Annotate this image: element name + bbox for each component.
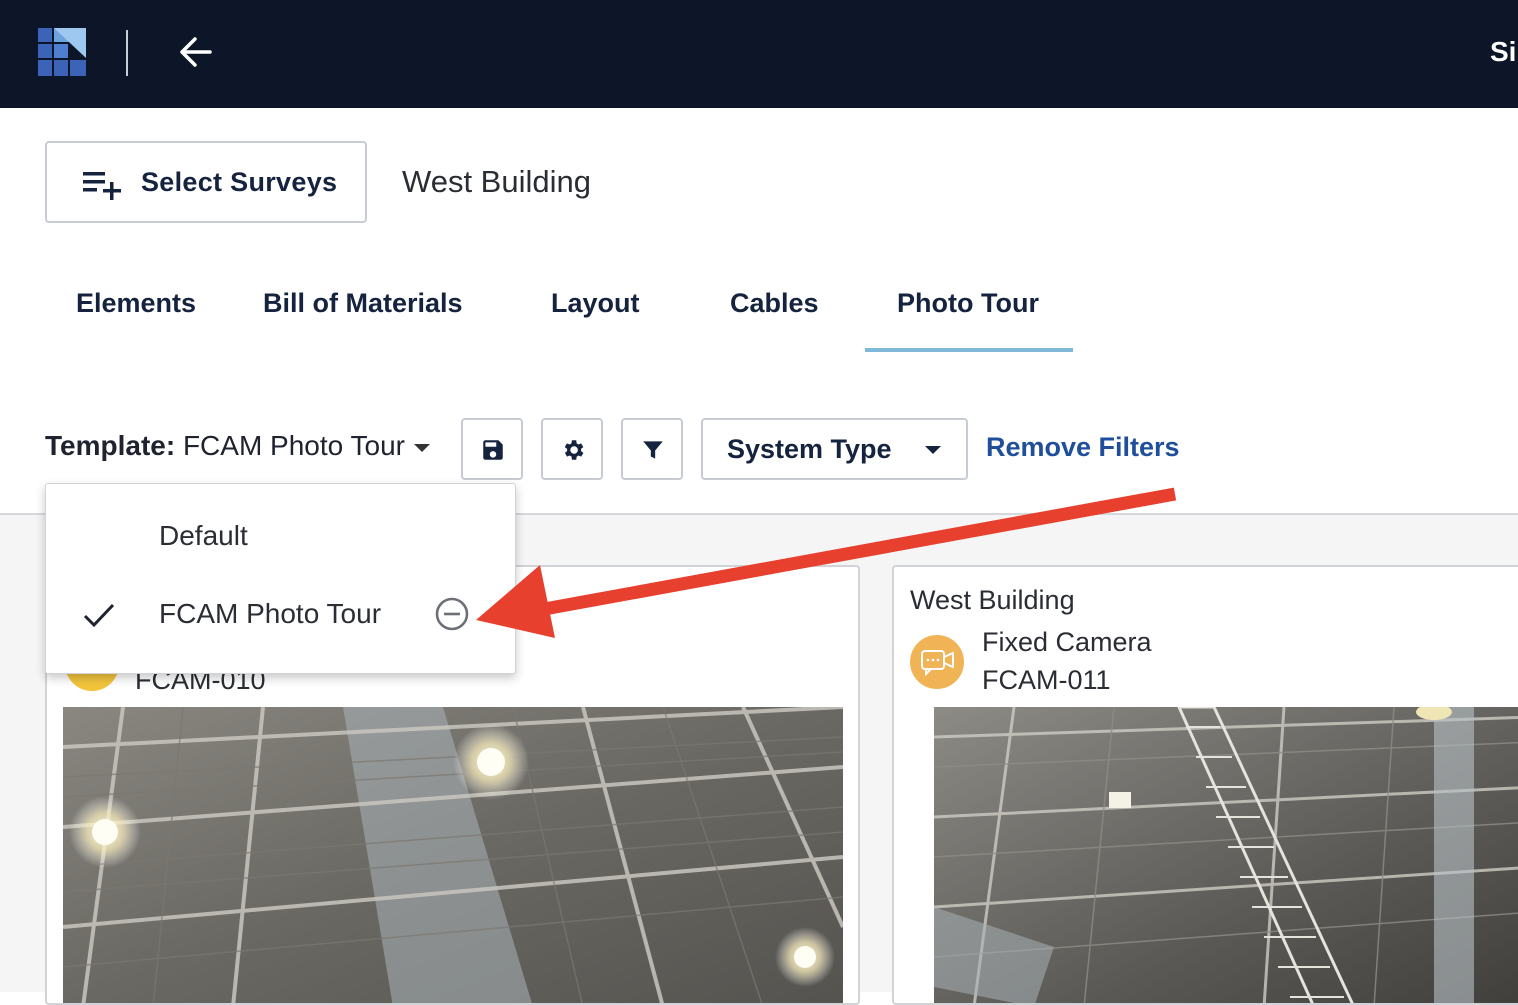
select-surveys-button[interactable]: Select Surveys: [45, 141, 367, 223]
header-title-partial: Si: [1490, 36, 1517, 67]
remove-filters-link[interactable]: Remove Filters: [986, 432, 1180, 463]
tab-cables[interactable]: Cables: [730, 288, 819, 319]
template-prefix: Template:: [45, 430, 176, 461]
save-template-button[interactable]: [461, 418, 523, 480]
active-tab-indicator: [865, 348, 1073, 352]
tab-elements[interactable]: Elements: [76, 288, 196, 319]
card-element-id: FCAM-011: [982, 665, 1111, 695]
template-option-default[interactable]: Default: [46, 502, 515, 574]
template-menu: Default FCAM Photo Tour: [45, 483, 516, 674]
gear-icon: [564, 440, 584, 460]
template-selector[interactable]: Template: FCAM Photo Tour: [45, 430, 405, 462]
tab-photo-tour[interactable]: Photo Tour: [897, 288, 1039, 319]
card-survey-name: West Building: [910, 585, 1075, 615]
ceiling-photo-image: [934, 707, 1518, 1003]
chevron-down-icon: [925, 446, 941, 454]
playlist-add-icon: [83, 172, 121, 200]
save-icon: [483, 440, 503, 460]
ceiling-photo[interactable]: [934, 707, 1518, 1003]
checkmark-icon: [83, 603, 115, 628]
tab-bill-of-materials[interactable]: Bill of Materials: [263, 288, 463, 319]
arrow-left-icon[interactable]: [174, 30, 218, 74]
template-option-fcam-photo-tour[interactable]: FCAM Photo Tour: [46, 580, 515, 652]
template-value: FCAM Photo Tour: [182, 430, 405, 461]
system-type-label: System Type: [727, 434, 892, 464]
ceiling-photo[interactable]: [63, 707, 843, 1003]
system-type-dropdown[interactable]: System Type: [701, 418, 968, 480]
template-option-label: FCAM Photo Tour: [159, 598, 382, 629]
fixed-camera-icon: [910, 635, 964, 689]
header-divider: [126, 30, 128, 76]
select-surveys-label: Select Surveys: [141, 167, 338, 197]
filter-icon: [643, 441, 663, 459]
top-app-bar: Si: [0, 0, 1518, 108]
chevron-down-icon[interactable]: [414, 444, 430, 452]
filter-button[interactable]: [621, 418, 683, 480]
settings-button[interactable]: [541, 418, 603, 480]
template-option-label: Default: [159, 520, 248, 551]
ceiling-photo-image: [63, 707, 843, 1003]
app-logo-icon[interactable]: [38, 28, 86, 76]
survey-name: West Building: [402, 164, 591, 199]
remove-circle-icon[interactable]: [434, 596, 470, 632]
tab-layout[interactable]: Layout: [551, 288, 640, 319]
photo-card[interactable]: West Building Fixed Camera FCAM-011: [892, 565, 1518, 1005]
tab-bar: Elements Bill of Materials Layout Cables…: [0, 280, 1518, 360]
card-element-type: Fixed Camera: [982, 627, 1152, 657]
